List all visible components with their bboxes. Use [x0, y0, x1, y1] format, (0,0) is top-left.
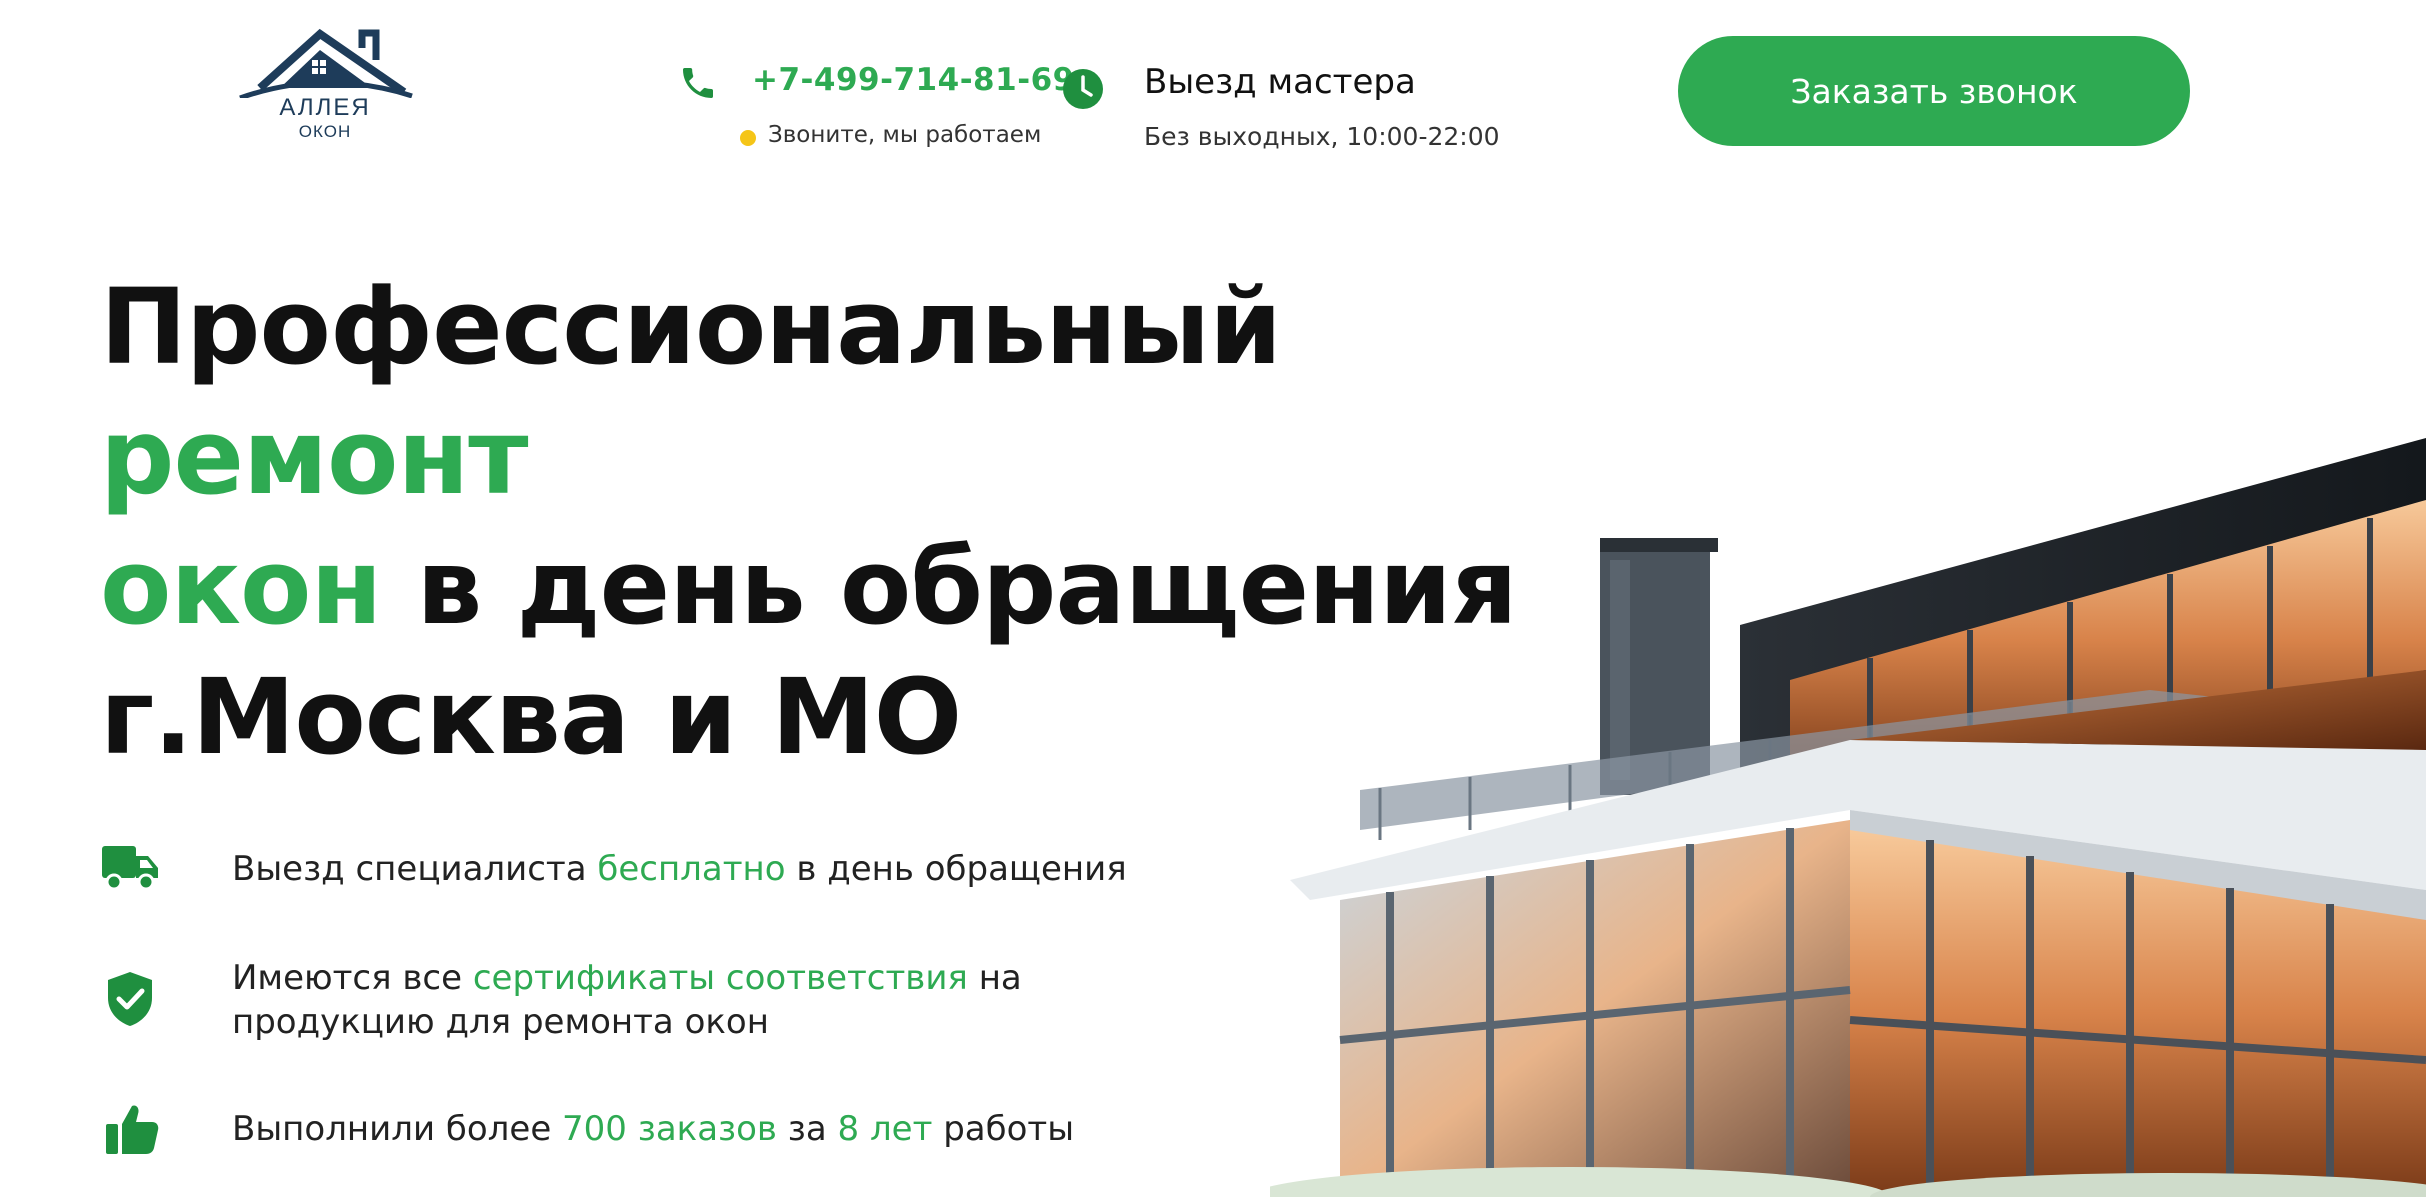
modern-house-image	[1250, 420, 2426, 1201]
feature-highlight: 700 заказов	[562, 1109, 777, 1149]
status-dot	[740, 130, 756, 146]
feature-certificates: Имеются все сертификаты соответствия на …	[232, 956, 1022, 1044]
logo[interactable]: АЛЛЕЯ ОКОН	[232, 28, 418, 146]
thumbs-up-icon	[104, 1100, 162, 1158]
shield-check-icon	[104, 970, 162, 1028]
logo-title: АЛЛЕЯ	[279, 94, 371, 121]
phone-number-link[interactable]: +7-499-714-81-69	[752, 62, 1075, 98]
feature-free-visit: Выезд специалиста бесплатно в день обращ…	[232, 847, 1127, 891]
feature-highlight: сертификаты соответствия	[472, 958, 968, 998]
house-roof-icon	[239, 28, 413, 98]
phone-icon	[678, 62, 718, 104]
order-callback-button[interactable]: Заказать звонок	[1678, 36, 2190, 146]
feature-text: Выезд специалиста	[232, 849, 598, 889]
feature-text: в день обращения	[785, 849, 1127, 889]
hero-title-highlight1: ремонт	[100, 396, 529, 518]
working-hours: Без выходных, 10:00-22:00	[1144, 122, 1500, 151]
logo-subtitle: ОКОН	[298, 122, 352, 141]
feature-text: на	[967, 958, 1022, 998]
feature-highlight: бесплатно	[597, 849, 786, 889]
truck-icon	[100, 840, 158, 898]
master-visit-title: Выезд мастера	[1144, 62, 1416, 102]
feature-text: за	[776, 1109, 838, 1149]
feature-text: Имеются все	[232, 958, 473, 998]
hero-title-highlight2: окон	[100, 526, 382, 648]
phone-status-text: Звоните, мы работаем	[768, 122, 1042, 148]
feature-text: Выполнили более	[232, 1109, 563, 1149]
feature-highlight: 8 лет	[837, 1109, 933, 1149]
feature-experience: Выполнили более 700 заказов за 8 лет раб…	[232, 1107, 1074, 1151]
feature-text-line2: продукцию для ремонта окон	[232, 1002, 769, 1042]
feature-text: работы	[932, 1109, 1075, 1149]
clock-icon	[1062, 68, 1104, 110]
hero-title-line3: г.Москва и МО	[100, 656, 962, 778]
hero-title-part1: Профессиональный	[100, 266, 1282, 388]
